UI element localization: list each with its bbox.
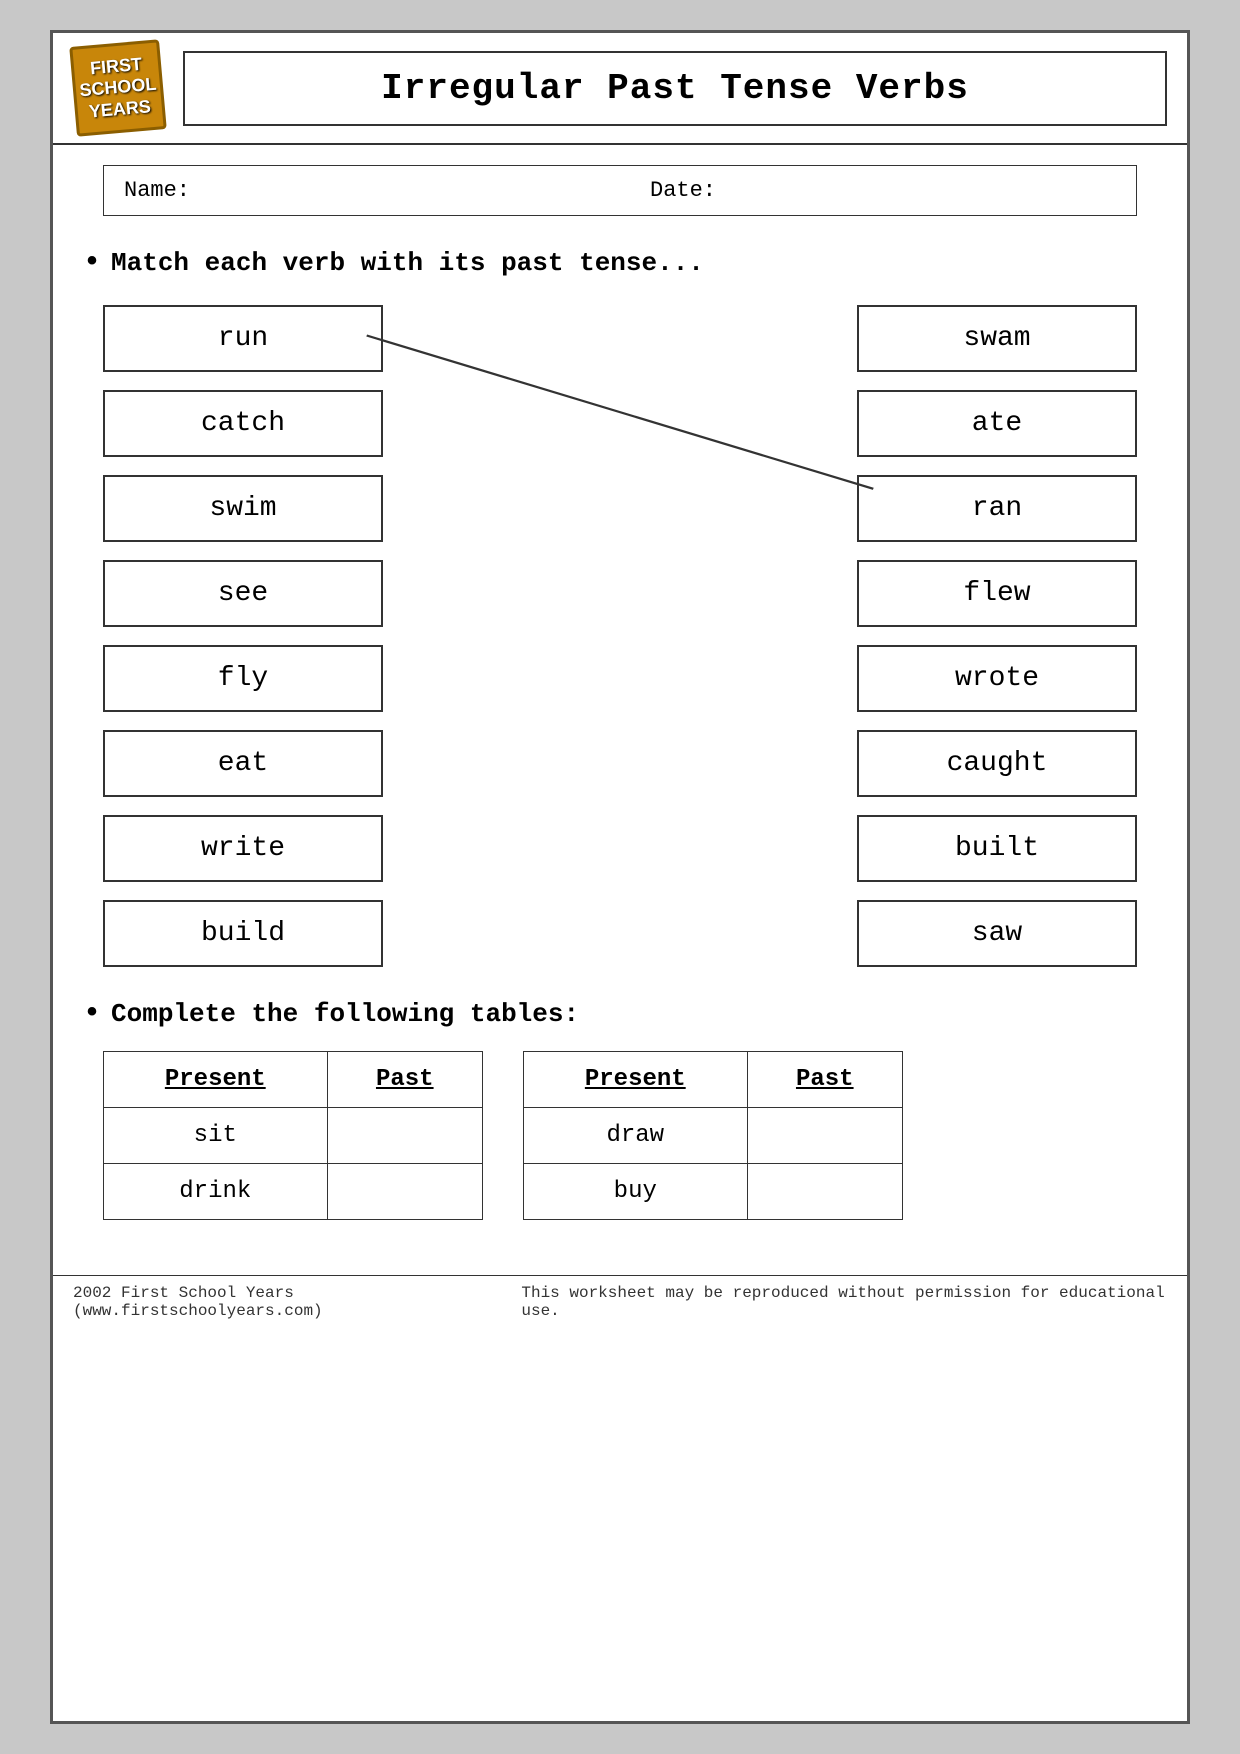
table-row: drink (104, 1164, 483, 1220)
page-title: Irregular Past Tense Verbs (200, 68, 1150, 109)
table1-drink-past[interactable] (327, 1164, 482, 1220)
bullet-1: • (83, 246, 101, 280)
table1-sit: sit (104, 1108, 328, 1164)
table1-past-header: Past (327, 1052, 482, 1108)
table2-draw-past[interactable] (747, 1108, 902, 1164)
match-instruction: • Match each verb with its past tense... (83, 246, 1157, 280)
left-verb-run: run (103, 305, 383, 372)
tables-row: Present Past sit drink (103, 1051, 1157, 1220)
name-date-row: Name: Date: (103, 165, 1137, 216)
table2-past-header: Past (747, 1052, 902, 1108)
right-verb-caught: caught (857, 730, 1137, 797)
footer: 2002 First School Years (www.firstschool… (53, 1275, 1187, 1328)
match-instruction-text: Match each verb with its past tense... (111, 248, 704, 278)
date-section: Date: (590, 178, 1116, 203)
tables-instruction: • Complete the following tables: (83, 997, 1157, 1031)
left-verb-fly: fly (103, 645, 383, 712)
header: FIRSTSCHOOLYEARS Irregular Past Tense Ve… (53, 33, 1187, 145)
title-box: Irregular Past Tense Verbs (183, 51, 1167, 126)
table-1: Present Past sit drink (103, 1051, 483, 1220)
table2-present-header: Present (524, 1052, 748, 1108)
table2-draw: draw (524, 1108, 748, 1164)
right-verb-flew: flew (857, 560, 1137, 627)
table2-buy-past[interactable] (747, 1164, 902, 1220)
table1-present-header: Present (104, 1052, 328, 1108)
left-verb-catch: catch (103, 390, 383, 457)
worksheet-page: FIRSTSCHOOLYEARS Irregular Past Tense Ve… (50, 30, 1190, 1724)
right-verb-built: built (857, 815, 1137, 882)
left-verb-build: build (103, 900, 383, 967)
footer-left: 2002 First School Years (www.firstschool… (73, 1284, 521, 1320)
right-verb-wrote: wrote (857, 645, 1137, 712)
left-verb-write: write (103, 815, 383, 882)
table-row: buy (524, 1164, 903, 1220)
footer-right: This worksheet may be reproduced without… (521, 1284, 1167, 1320)
left-verb-swim: swim (103, 475, 383, 542)
table2-buy: buy (524, 1164, 748, 1220)
table1-sit-past[interactable] (327, 1108, 482, 1164)
right-verb-swam: swam (857, 305, 1137, 372)
right-column: swam ate ran flew wrote caught built saw (857, 305, 1137, 967)
table-row: draw (524, 1108, 903, 1164)
left-column: run catch swim see fly eat write build (103, 305, 383, 967)
right-verb-ate: ate (857, 390, 1137, 457)
left-verb-see: see (103, 560, 383, 627)
logo-text: FIRSTSCHOOLYEARS (77, 52, 159, 123)
bullet-2: • (83, 997, 101, 1031)
logo: FIRSTSCHOOLYEARS (69, 39, 167, 137)
table-2: Present Past draw buy (523, 1051, 903, 1220)
name-section: Name: (124, 178, 590, 203)
matching-area: run catch swim see fly eat write build (83, 305, 1157, 967)
right-verb-ran: ran (857, 475, 1137, 542)
table1-drink: drink (104, 1164, 328, 1220)
right-verb-saw: saw (857, 900, 1137, 967)
date-label: Date: (650, 178, 716, 203)
content-area: • Match each verb with its past tense...… (53, 231, 1187, 1235)
name-label: Name: (124, 178, 190, 203)
tables-instruction-text: Complete the following tables: (111, 999, 579, 1029)
table-row: sit (104, 1108, 483, 1164)
left-verb-eat: eat (103, 730, 383, 797)
